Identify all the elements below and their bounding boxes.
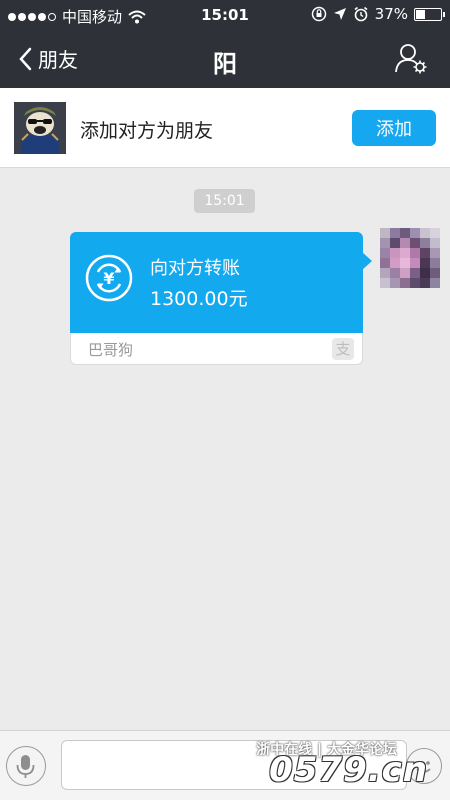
yuan-transfer-icon: ¥ [85, 254, 133, 302]
transfer-source: 巴哥狗 [88, 341, 134, 359]
header: 中国移动 15:01 37% 朋友 阳 [0, 0, 450, 88]
add-friend-button[interactable]: 添加 [352, 110, 436, 146]
battery-fill [416, 9, 425, 19]
svg-text:¥: ¥ [103, 269, 114, 288]
microphone-icon [16, 755, 35, 778]
transfer-card-footer: 巴哥狗 支 [70, 333, 363, 365]
transfer-card-header: ¥ 向对方转账 1300.00元 [70, 232, 363, 333]
sender-avatar[interactable] [380, 228, 440, 288]
transfer-amount: 1300.00元 [150, 288, 248, 310]
site-watermark: 浙中在线 | 大金华论坛 0579.cn [232, 735, 432, 795]
alarm-icon [354, 6, 368, 22]
bubble-tail [362, 252, 372, 270]
orientation-lock-icon [311, 6, 326, 22]
nav-bar: 朋友 阳 [0, 36, 450, 84]
add-friend-prompt: 添加对方为朋友 [80, 120, 214, 142]
message-time: 15:01 [194, 189, 255, 213]
status-right: 37% [311, 5, 445, 23]
transfer-title: 向对方转账 [150, 258, 240, 279]
contact-avatar[interactable] [14, 102, 66, 154]
alipay-icon: 支 [332, 338, 354, 360]
person-settings-icon[interactable] [394, 42, 428, 74]
location-icon [333, 8, 346, 20]
battery-icon [414, 7, 445, 21]
battery-percent: 37% [374, 5, 408, 23]
watermark-line2: 0579.cn [269, 750, 428, 790]
pug-character-image [14, 102, 66, 154]
chat-title: 阳 [213, 50, 237, 78]
status-bar: 中国移动 15:01 37% [0, 0, 450, 30]
transfer-message-card[interactable]: ¥ 向对方转账 1300.00元 巴哥狗 支 [70, 232, 372, 365]
add-friend-bar: 添加对方为朋友 添加 [0, 88, 450, 168]
voice-button[interactable] [6, 746, 46, 786]
